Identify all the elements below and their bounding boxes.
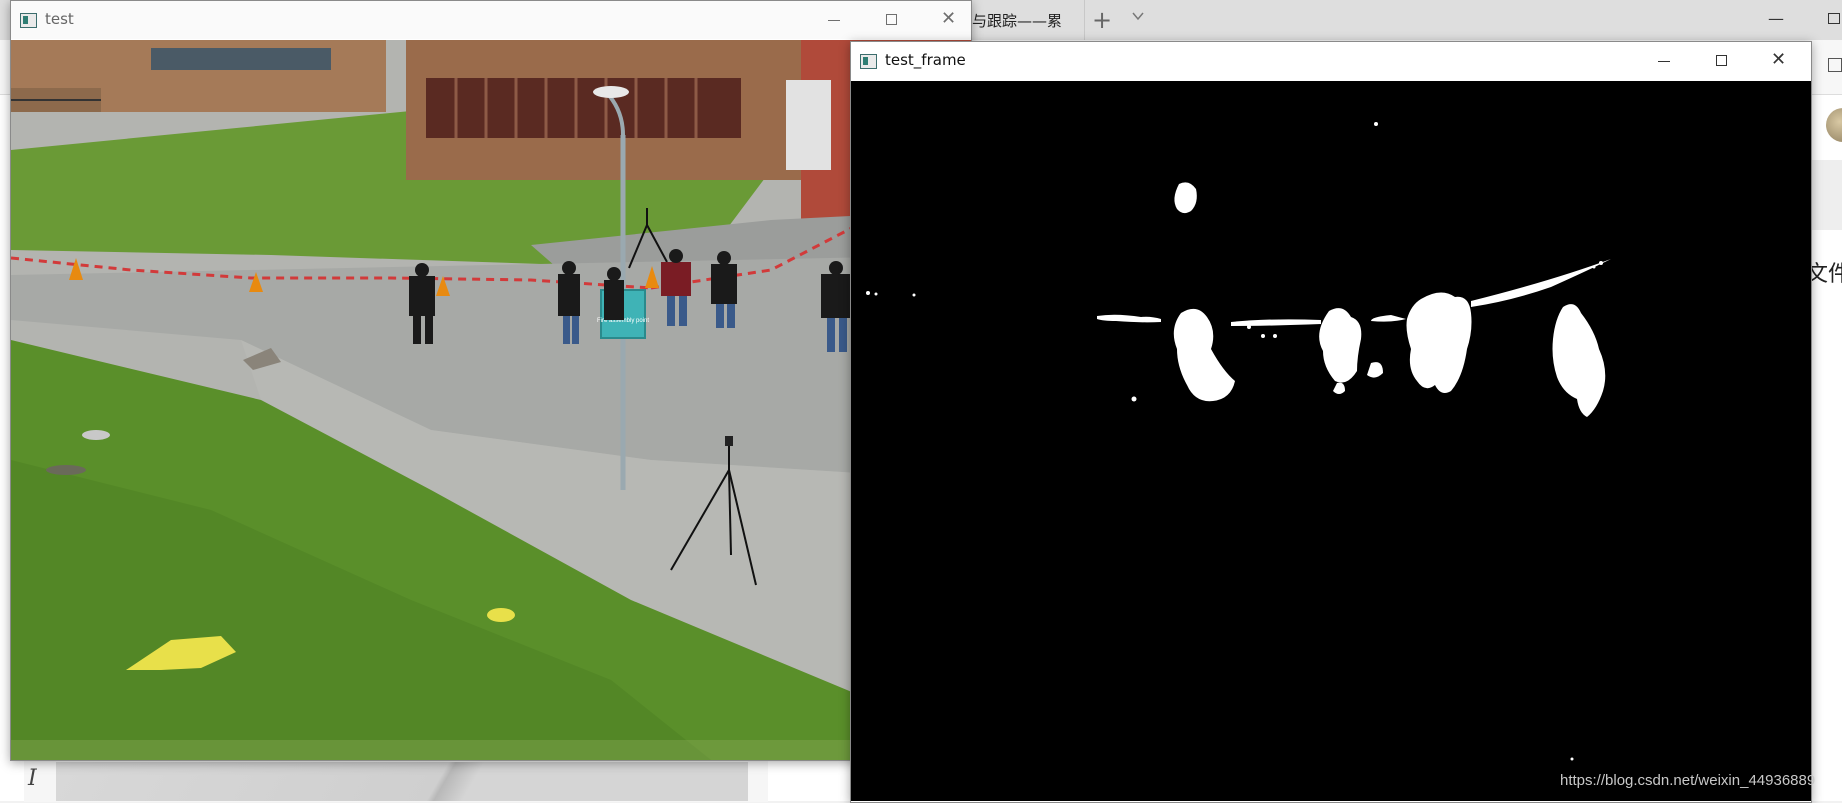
browser-restore-button[interactable] (1828, 13, 1840, 24)
camera-frame-image: Fire assembly point (11, 40, 971, 760)
watermark-text: https://blog.csdn.net/weixin_44936889 (1560, 772, 1816, 789)
browser-minimize-button[interactable]: — (1768, 9, 1784, 28)
test-frame-window-titlebar[interactable]: test_frame ✕ (851, 42, 1811, 80)
test-close-button[interactable]: ✕ (921, 1, 979, 39)
editor-image (56, 762, 748, 801)
test-frame-minimize-button[interactable] (1635, 42, 1693, 80)
test-frame-window-title: test_frame (885, 51, 966, 69)
test-window[interactable]: test ✕ Fire assembly point (10, 0, 972, 761)
new-tab-button[interactable]: + (1092, 8, 1112, 32)
foreground-mask-image (851, 81, 1811, 801)
browser-tab-title: 与跟踪——累 (972, 12, 1063, 30)
camera-frame: Fire assembly point (11, 40, 971, 760)
maximize-icon (886, 14, 897, 25)
test-maximize-button[interactable] (863, 1, 921, 39)
test-minimize-button[interactable] (805, 1, 863, 39)
minimize-icon (1658, 61, 1670, 62)
chevron-down-icon[interactable] (1132, 10, 1144, 22)
foreground-mask-frame (851, 81, 1811, 802)
close-icon: ✕ (941, 8, 957, 29)
app-icon (20, 13, 37, 28)
test-window-titlebar[interactable]: test ✕ (11, 1, 971, 39)
text-cursor-icon: I (28, 766, 37, 791)
test-frame-window[interactable]: test_frame ✕ (850, 41, 1812, 803)
minimize-icon (828, 20, 840, 21)
test-window-title: test (45, 10, 74, 28)
maximize-icon (1716, 55, 1727, 66)
page-side-panel (1810, 160, 1842, 230)
extension-icon[interactable] (1828, 58, 1842, 72)
app-icon (860, 54, 877, 69)
test-frame-close-button[interactable]: ✕ (1751, 42, 1809, 80)
test-frame-maximize-button[interactable] (1693, 42, 1751, 80)
close-icon: ✕ (1771, 49, 1787, 70)
